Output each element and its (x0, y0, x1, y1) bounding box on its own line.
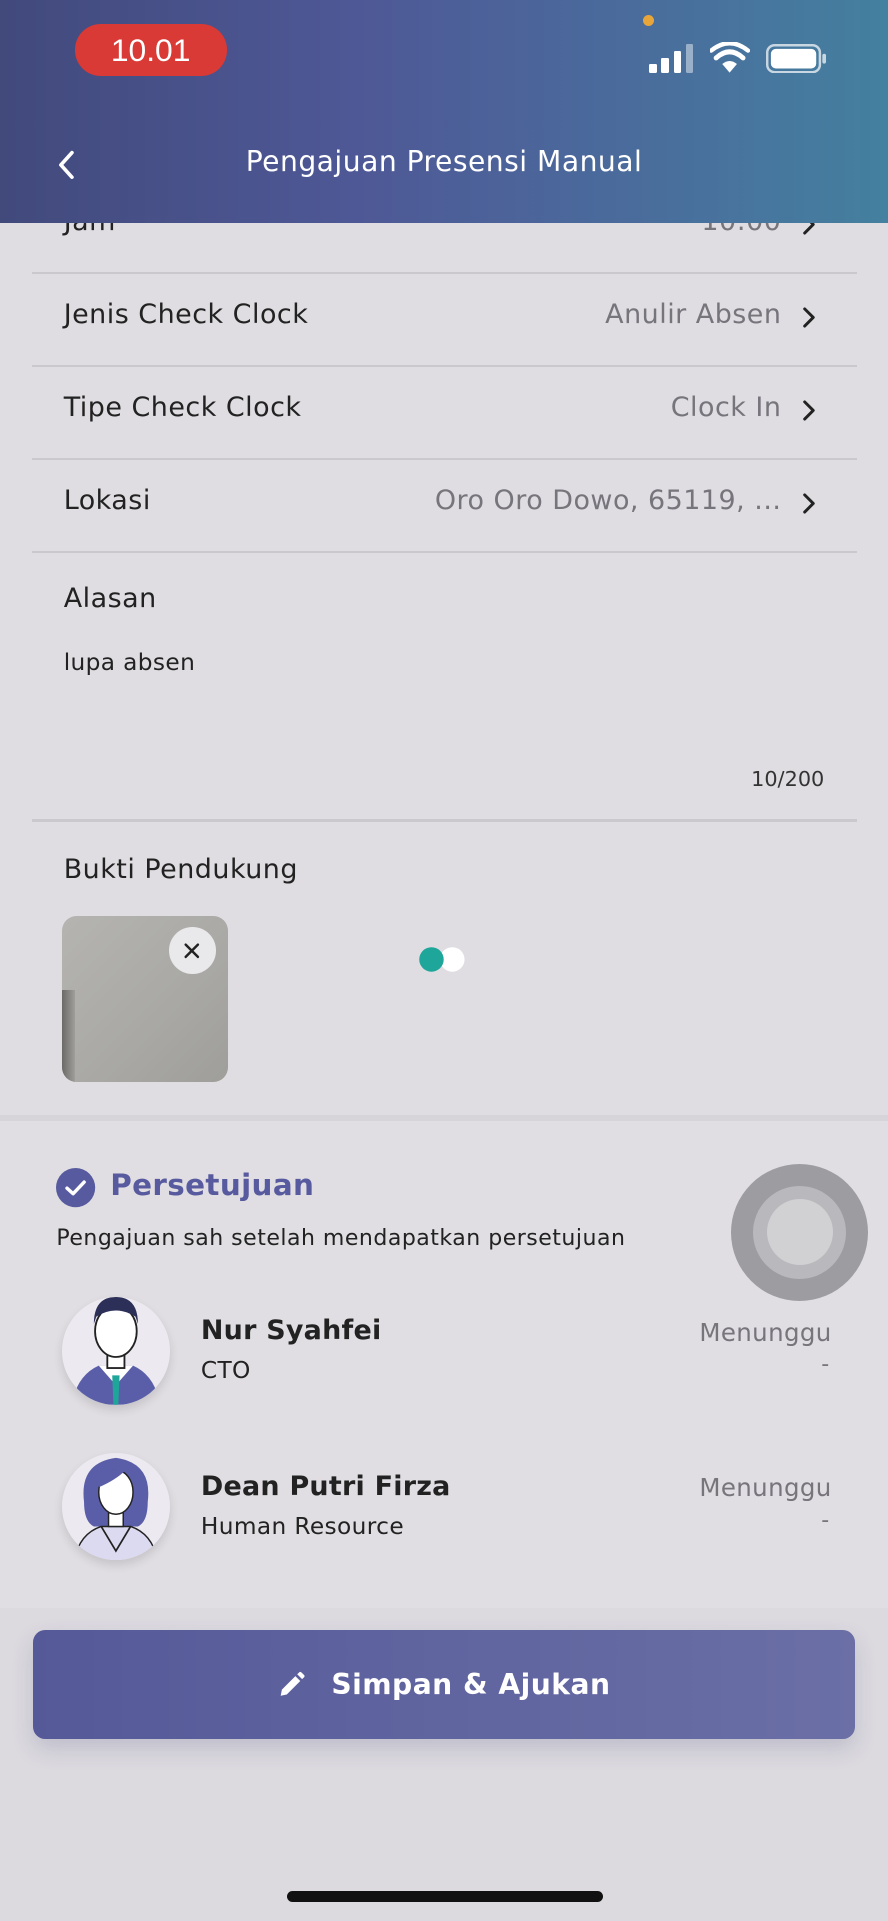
privacy-indicator-dot (643, 14, 655, 26)
approver-role: CTO (200, 1357, 251, 1385)
approval-title: Persetujuan (110, 1168, 315, 1203)
wifi-icon (710, 41, 750, 73)
approver-role: Human Resource (200, 1512, 404, 1540)
form-row-clock-kind[interactable]: Tipe Check Clock Clock In (31, 365, 858, 461)
row-label: Tipe Check Clock (63, 391, 302, 423)
assistive-touch-button[interactable] (731, 1163, 869, 1301)
male-avatar-icon (72, 1297, 161, 1405)
reason-char-counter: 10/200 (751, 766, 825, 791)
page-title: Pengajuan Presensi Manual (245, 144, 643, 178)
form-row-check-clock-type[interactable]: Jenis Check Clock Anulir Absen (31, 272, 858, 367)
row-value: Anulir Absen (605, 298, 782, 330)
close-icon (184, 943, 200, 958)
chevron-right-icon (803, 400, 815, 421)
approver-name: Nur Syahfei (200, 1315, 382, 1347)
cellular-signal-icon (649, 44, 696, 74)
reason-textarea[interactable]: lupa absen (64, 649, 196, 676)
approver-name: Dean Putri Firza (200, 1471, 451, 1503)
status-time: 10.01 (74, 24, 227, 76)
row-value: Oro Oro Dowo, 65119, ... (434, 485, 782, 517)
form-row-location[interactable]: Lokasi Oro Oro Dowo, 65119, ... (31, 458, 858, 554)
chevron-right-icon (803, 307, 815, 328)
loading-toggle-icon (418, 946, 465, 972)
check-circle-icon (56, 1168, 96, 1208)
reason-label: Alasan (63, 583, 157, 615)
submit-button[interactable]: Simpan & Ajukan (33, 1630, 855, 1740)
attachment-label: Bukti Pendukung (63, 853, 298, 885)
submit-button-label: Simpan & Ajukan (331, 1668, 611, 1702)
approval-subtitle: Pengajuan sah setelah mendapatkan perset… (56, 1226, 626, 1252)
avatar (62, 1452, 171, 1561)
row-label: Lokasi (63, 485, 151, 517)
pencil-icon (281, 1671, 305, 1696)
assistive-touch-core (766, 1199, 833, 1266)
remove-attachment-button[interactable] (169, 927, 216, 974)
row-label: Jenis Check Clock (63, 298, 309, 330)
chevron-right-icon (803, 493, 815, 514)
app-header: 10.01 Pengajuan Presensi Manual (0, 0, 888, 223)
photo-shadow (62, 989, 75, 1082)
home-indicator[interactable] (286, 1891, 603, 1903)
approver-status: Menunggu (699, 1317, 832, 1347)
assistive-touch-ring (753, 1185, 847, 1279)
row-value: Clock In (670, 391, 782, 423)
battery-icon (765, 44, 826, 74)
avatar (62, 1297, 171, 1405)
approver-status: Menunggu (699, 1473, 832, 1503)
form-content: Jam 10:00 Jenis Check Clock Anulir Absen… (0, 0, 888, 1921)
approver-status-detail: - (821, 1352, 830, 1378)
approver-status-detail: - (821, 1507, 830, 1533)
female-avatar-icon (73, 1457, 159, 1561)
divider (31, 819, 858, 822)
